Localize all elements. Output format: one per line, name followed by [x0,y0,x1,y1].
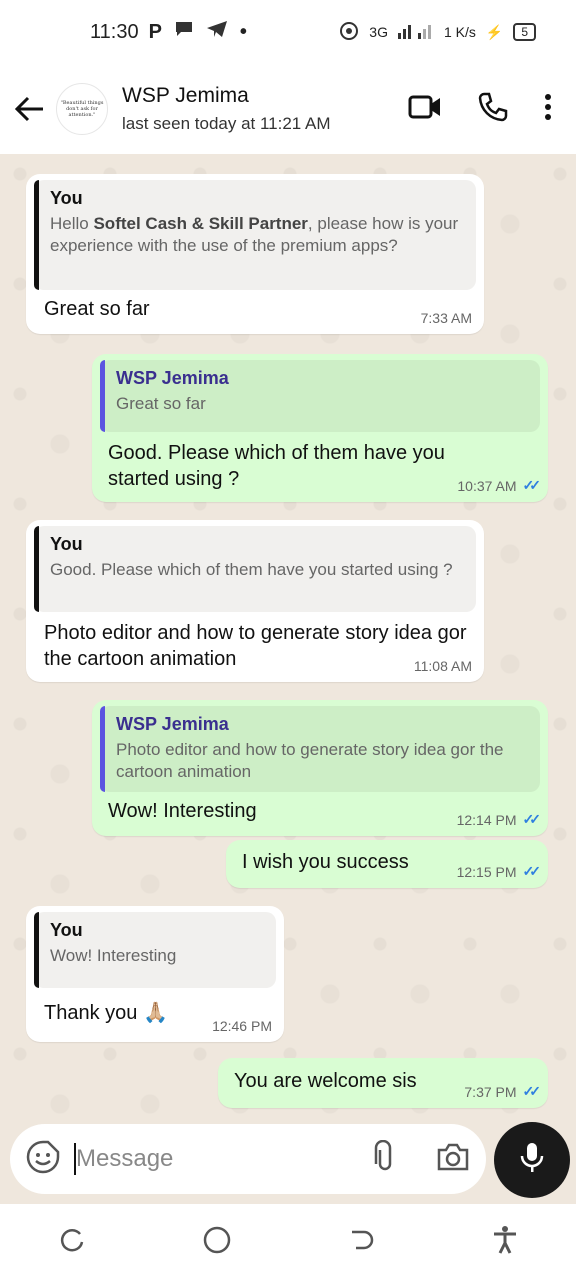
home-icon[interactable] [202,1225,232,1260]
read-ticks-icon: ✓✓ [522,811,542,827]
message-time: 12:14 PM ✓✓ [456,811,542,828]
message-input[interactable]: Message [76,1145,173,1173]
incoming-message[interactable]: You Good. Please which of them have you … [26,520,484,682]
message-composer[interactable]: Message [10,1124,486,1194]
outgoing-message[interactable]: WSP Jemima Photo editor and how to gener… [92,700,548,836]
read-ticks-icon: ✓✓ [522,1083,542,1099]
video-call-icon[interactable] [408,94,442,125]
contact-info[interactable]: WSP Jemima last seen today at 11:21 AM [122,84,331,134]
charging-icon: ⚡ [485,23,504,40]
p-app-icon: P [148,20,162,43]
attachment-icon[interactable] [374,1139,396,1179]
chat-header: "Beautiful things don't ask for attentio… [0,64,576,154]
quoted-message[interactable]: You Good. Please which of them have you … [34,526,476,612]
quote-text: Good. Please which of them have you star… [50,560,453,579]
avatar[interactable]: "Beautiful things don't ask for attentio… [56,83,108,135]
message-text: I wish you success [242,851,409,873]
outgoing-message[interactable]: You are welcome sis 7:37 PM ✓✓ [218,1058,548,1108]
camera-icon[interactable] [436,1142,470,1177]
microphone-icon [519,1141,545,1180]
last-seen: last seen today at 11:21 AM [122,114,331,133]
incoming-message[interactable]: You Wow! Interesting Thank you 🙏🏼 12:46 … [26,906,284,1042]
chat-bubble-icon [174,20,194,44]
chat-area[interactable]: You Hello Softel Cash & Skill Partner, p… [0,154,576,1120]
message-time: 12:15 PM ✓✓ [456,863,542,880]
message-text: Good. Please which of them have you star… [108,442,445,490]
accessibility-icon[interactable] [492,1225,518,1260]
dot-icon: • [239,20,247,43]
outgoing-message[interactable]: WSP Jemima Great so far Good. Please whi… [92,354,548,502]
hotspot-icon [339,21,359,44]
message-text: Photo editor and how to generate story i… [44,622,467,670]
message-text: Great so far [44,298,150,320]
quoted-message[interactable]: WSP Jemima Great so far [100,360,540,432]
network-speed: 1 K/s [443,24,476,40]
incoming-message[interactable]: You Hello Softel Cash & Skill Partner, p… [26,174,484,334]
signal-icon [397,23,434,42]
quote-author: WSP Jemima [116,714,229,734]
quote-author: You [50,188,83,208]
quote-text: Photo editor and how to generate story i… [116,740,504,781]
message-time: 11:08 AM [413,658,472,674]
quote-author: You [50,534,83,554]
message-time: 7:37 PM ✓✓ [464,1083,542,1100]
quote-text: Hello Softel Cash & Skill Partner, pleas… [50,214,459,255]
telegram-icon [206,20,228,44]
back-nav-icon[interactable] [348,1226,376,1259]
message-time: 10:37 AM ✓✓ [457,477,542,494]
system-navigation-bar [0,1204,576,1280]
quote-author: WSP Jemima [116,368,229,388]
message-text: You are welcome sis [234,1070,417,1092]
quoted-message[interactable]: You Hello Softel Cash & Skill Partner, p… [34,180,476,290]
read-ticks-icon: ✓✓ [522,863,542,879]
status-bar: 11:30 P • 3G 1 K/s ⚡ 5 [0,0,576,64]
voice-message-button[interactable] [494,1122,570,1198]
quoted-message[interactable]: WSP Jemima Photo editor and how to gener… [100,706,540,792]
notification-icons: P • [149,20,247,44]
status-time: 11:30 [90,20,139,43]
system-status: 3G 1 K/s ⚡ 5 [339,21,536,44]
back-arrow-icon[interactable] [4,83,56,135]
voice-call-icon[interactable] [478,92,508,127]
quote-text: Wow! Interesting [50,946,177,965]
message-time: 7:33 AM [420,310,472,326]
quote-text: Great so far [116,394,206,413]
quote-author: You [50,920,83,940]
quoted-message[interactable]: You Wow! Interesting [34,912,276,988]
outgoing-message[interactable]: I wish you success 12:15 PM ✓✓ [226,840,548,888]
battery-icon: 5 [513,23,536,41]
contact-name: WSP Jemima [122,84,249,107]
recent-apps-icon[interactable] [58,1226,86,1259]
emoji-sticker-icon[interactable] [26,1140,60,1179]
read-ticks-icon: ✓✓ [522,477,542,493]
message-time: 12:46 PM [212,1018,272,1034]
more-options-icon[interactable] [544,93,552,126]
network-type: 3G [369,24,388,40]
